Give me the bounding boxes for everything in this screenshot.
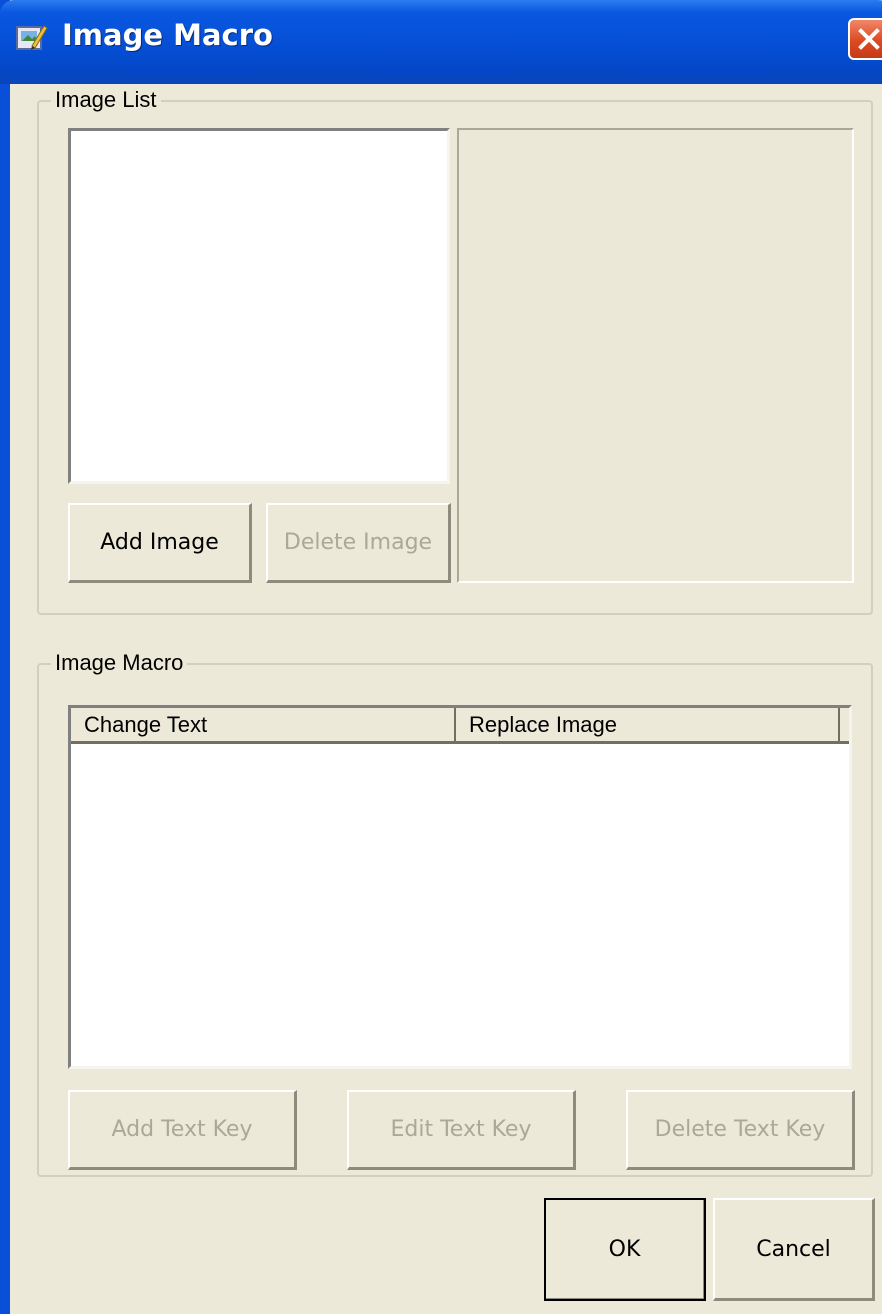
- cancel-button[interactable]: Cancel: [713, 1198, 875, 1301]
- edit-text-key-button[interactable]: Edit Text Key: [347, 1090, 576, 1170]
- text-key-listview[interactable]: Change Text Replace Image: [68, 705, 852, 1069]
- ok-button[interactable]: OK: [544, 1198, 706, 1301]
- delete-image-button[interactable]: Delete Image: [266, 503, 451, 583]
- title-bar[interactable]: Image Macro: [0, 0, 882, 84]
- image-listbox[interactable]: [68, 128, 450, 484]
- image-macro-dialog: Image Macro Image List Add Image Delete …: [0, 0, 882, 1314]
- image-preview-pane: [457, 128, 854, 583]
- listview-header: Change Text Replace Image: [71, 708, 849, 744]
- column-header-replace-image[interactable]: Replace Image: [456, 708, 840, 741]
- close-icon: [858, 28, 880, 50]
- image-macro-app-icon: [16, 25, 48, 50]
- add-text-key-button[interactable]: Add Text Key: [68, 1090, 297, 1170]
- close-button[interactable]: [848, 18, 882, 60]
- column-header-change-text[interactable]: Change Text: [71, 708, 456, 741]
- image-list-group-label: Image List: [51, 87, 161, 113]
- window-title: Image Macro: [62, 18, 273, 52]
- delete-text-key-button[interactable]: Delete Text Key: [626, 1090, 855, 1170]
- add-image-button[interactable]: Add Image: [68, 503, 252, 583]
- image-macro-group-label: Image Macro: [51, 650, 188, 676]
